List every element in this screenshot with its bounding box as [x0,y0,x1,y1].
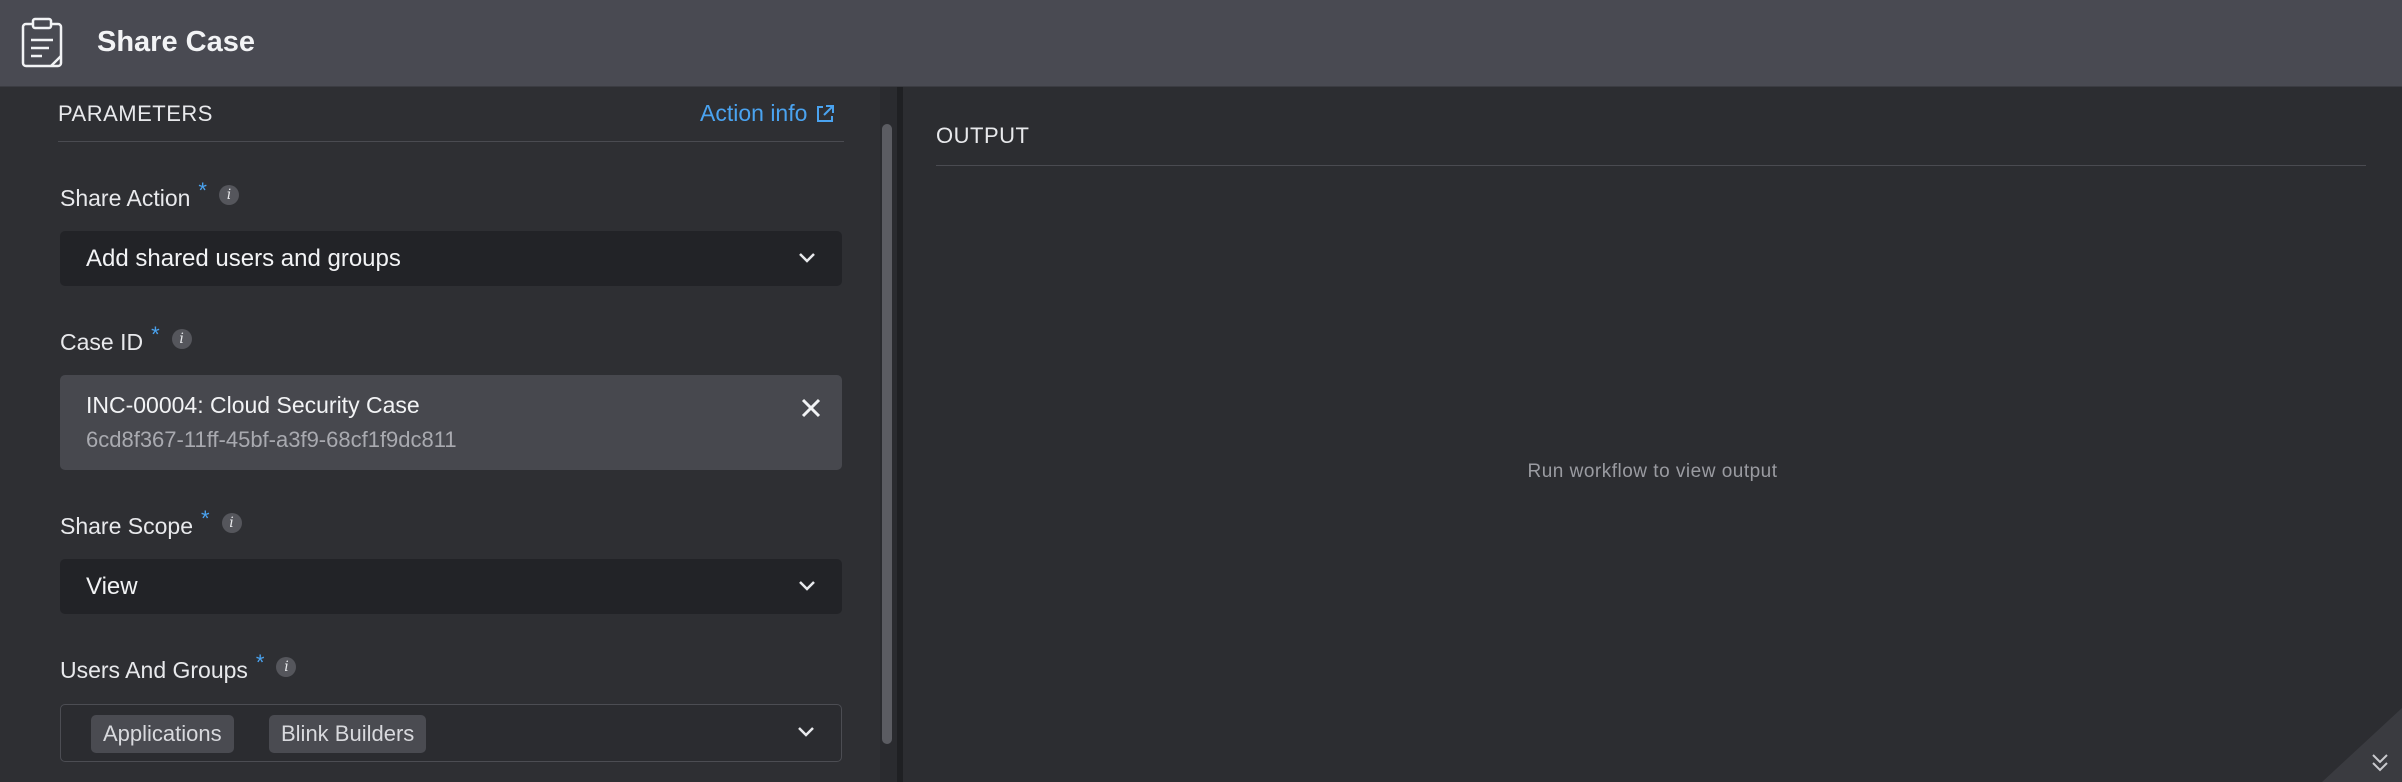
case-id-label: Case ID * i [60,322,192,356]
share-action-select[interactable]: Add shared users and groups [60,231,842,286]
case-id-label-text: Case ID [60,329,144,355]
dialog-title: Share Case [97,26,255,58]
share-scope-value: View [86,572,138,600]
output-panel: OUTPUT Run workflow to view output [903,87,2402,782]
parameters-heading: PARAMETERS [58,101,213,126]
users-and-groups-label: Users And Groups * i [60,650,297,684]
share-action-label-text: Share Action [60,185,191,211]
parameters-scrollbar-thumb[interactable] [882,124,892,744]
share-scope-label-text: Share Scope [60,513,193,539]
output-heading: OUTPUT [936,123,1030,148]
info-icon[interactable]: i [276,656,297,677]
info-icon[interactable]: i [171,328,192,349]
action-info-link[interactable]: Action info [700,100,835,127]
action-info-label: Action info [700,100,808,126]
external-link-icon [817,104,835,122]
share-scope-select[interactable]: View [60,559,842,614]
case-uuid: 6cd8f367-11ff-45bf-a3f9-68cf1f9dc811 [86,427,457,452]
info-icon[interactable]: i [221,512,242,533]
required-marker: * [255,649,265,675]
output-divider [936,165,2366,166]
parameters-divider [58,141,844,142]
users-and-groups-select[interactable]: Applications Blink Builders [60,704,842,762]
chevron-down-icon [799,252,815,263]
collapse-corner[interactable] [2322,708,2402,782]
share-action-label: Share Action * i [60,178,239,212]
required-marker: * [198,177,207,203]
chip-blink-builders[interactable]: Blink Builders [269,715,427,753]
required-marker: * [200,505,210,531]
chevron-down-icon [799,580,815,591]
dialog-header: Share Case [0,0,2402,87]
required-marker: * [151,321,160,347]
share-scope-label: Share Scope * i [60,506,242,540]
case-id-select[interactable]: INC-00004: Cloud Security Case 6cd8f367-… [60,375,842,470]
clipboard-list-icon [21,17,63,68]
chevron-down-icon [798,727,814,737]
output-empty-message: Run workflow to view output [1527,461,1778,482]
info-icon[interactable]: i [218,184,239,205]
case-name: INC-00004: Cloud Security Case [86,392,420,418]
share-action-value: Add shared users and groups [86,244,401,272]
users-and-groups-label-text: Users And Groups [60,657,248,683]
chip-applications[interactable]: Applications [91,715,234,753]
close-icon[interactable] [798,395,824,421]
